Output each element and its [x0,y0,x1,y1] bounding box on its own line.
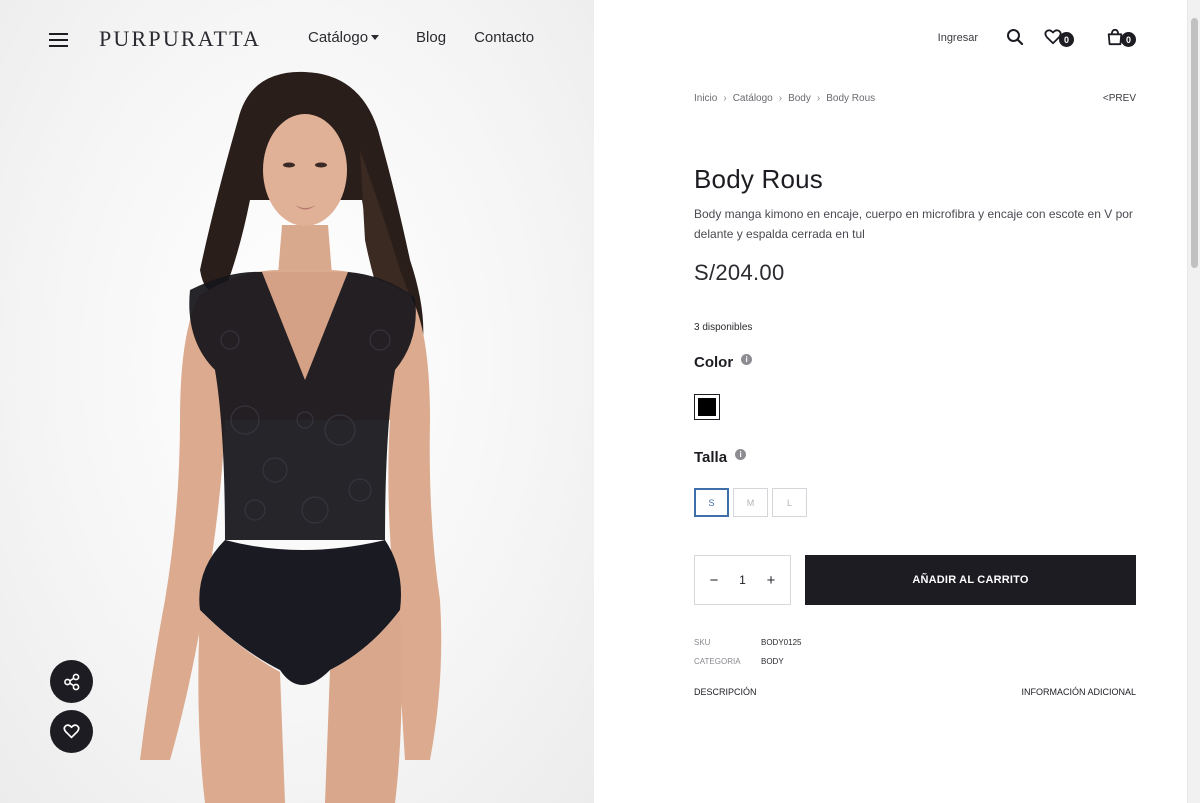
share-button[interactable] [50,660,93,703]
breadcrumb-item-catalogo[interactable]: Catálogo [733,93,773,104]
nav-item-label: Catálogo [308,29,369,46]
wishlist-count-badge: 0 [1059,32,1074,47]
sku-label: SKU [694,638,711,647]
page-scrollbar[interactable] [1187,0,1200,803]
increment-button[interactable]: + [764,572,778,589]
info-icon[interactable]: i [741,354,753,365]
color-label: Color [694,354,734,371]
breadcrumb: Inicio › Catálogo › Body › Body Rous [694,93,875,104]
nav-item-label: Blog [416,29,447,46]
product-description: Body manga kimono en encaje, cuerpo en m… [694,207,1133,241]
main-nav: Catálogo Blog Contacto [308,29,534,46]
breadcrumb-item-body[interactable]: Body [788,93,811,104]
size-label-row: Talla i [694,449,747,466]
category-value[interactable]: BODY [761,657,784,666]
site-logo[interactable]: PURPURATTA [99,26,261,52]
chevron-right-icon: › [723,93,727,104]
size-option-m[interactable]: M [733,488,768,517]
nav-item-blog[interactable]: Blog [416,29,446,46]
size-option-s[interactable]: S [694,488,729,517]
heart-icon [63,724,80,739]
nav-item-label: Contacto [474,29,535,46]
size-option-l[interactable]: L [772,488,807,517]
header-actions: Ingresar 0 0 [938,28,1136,48]
prev-product-link[interactable]: <PREV [1103,93,1136,104]
nav-item-contacto[interactable]: Contacto [474,29,534,46]
share-icon [63,673,79,690]
product-price: S/204.00 [694,260,785,285]
stock-status: 3 disponibles [694,322,753,333]
color-swatch-black[interactable] [694,394,720,420]
size-options: S M L [694,488,811,517]
search-icon[interactable] [1006,28,1026,48]
color-swatch-fill [698,398,716,416]
login-link[interactable]: Ingresar [938,32,978,44]
quantity-stepper: − 1 + [694,555,791,605]
wishlist-button[interactable]: 0 [1044,28,1074,48]
cart-button[interactable]: 0 [1106,28,1136,48]
chevron-right-icon: › [778,93,783,104]
scrollbar-thumb[interactable] [1191,18,1198,268]
add-to-cart-button[interactable]: AÑADIR AL CARRITO [805,555,1136,605]
quantity-input[interactable]: 1 [739,573,746,587]
color-label-row: Color i [694,354,753,371]
chevron-down-icon [371,35,380,40]
breadcrumb-item-current: Body Rous [826,93,876,104]
favorite-button[interactable] [50,710,93,753]
tab-descripcion[interactable]: DESCRIPCIÓN [694,687,757,697]
hamburger-icon[interactable] [49,33,68,47]
category-label: CATEGORIA [694,657,741,666]
decrement-button[interactable]: − [707,572,721,589]
cart-count-badge: 0 [1121,32,1136,47]
nav-item-catalogo[interactable]: Catálogo [308,29,380,46]
sku-value: BODY0125 [761,638,802,647]
product-title: Body Rous [694,164,823,194]
info-icon[interactable]: i [735,449,747,460]
tab-informacion-adicional[interactable]: INFORMACIÓN ADICIONAL [1021,687,1136,697]
size-label: Talla [694,449,728,466]
chevron-right-icon: › [816,93,821,104]
breadcrumb-item-inicio[interactable]: Inicio [694,93,717,104]
